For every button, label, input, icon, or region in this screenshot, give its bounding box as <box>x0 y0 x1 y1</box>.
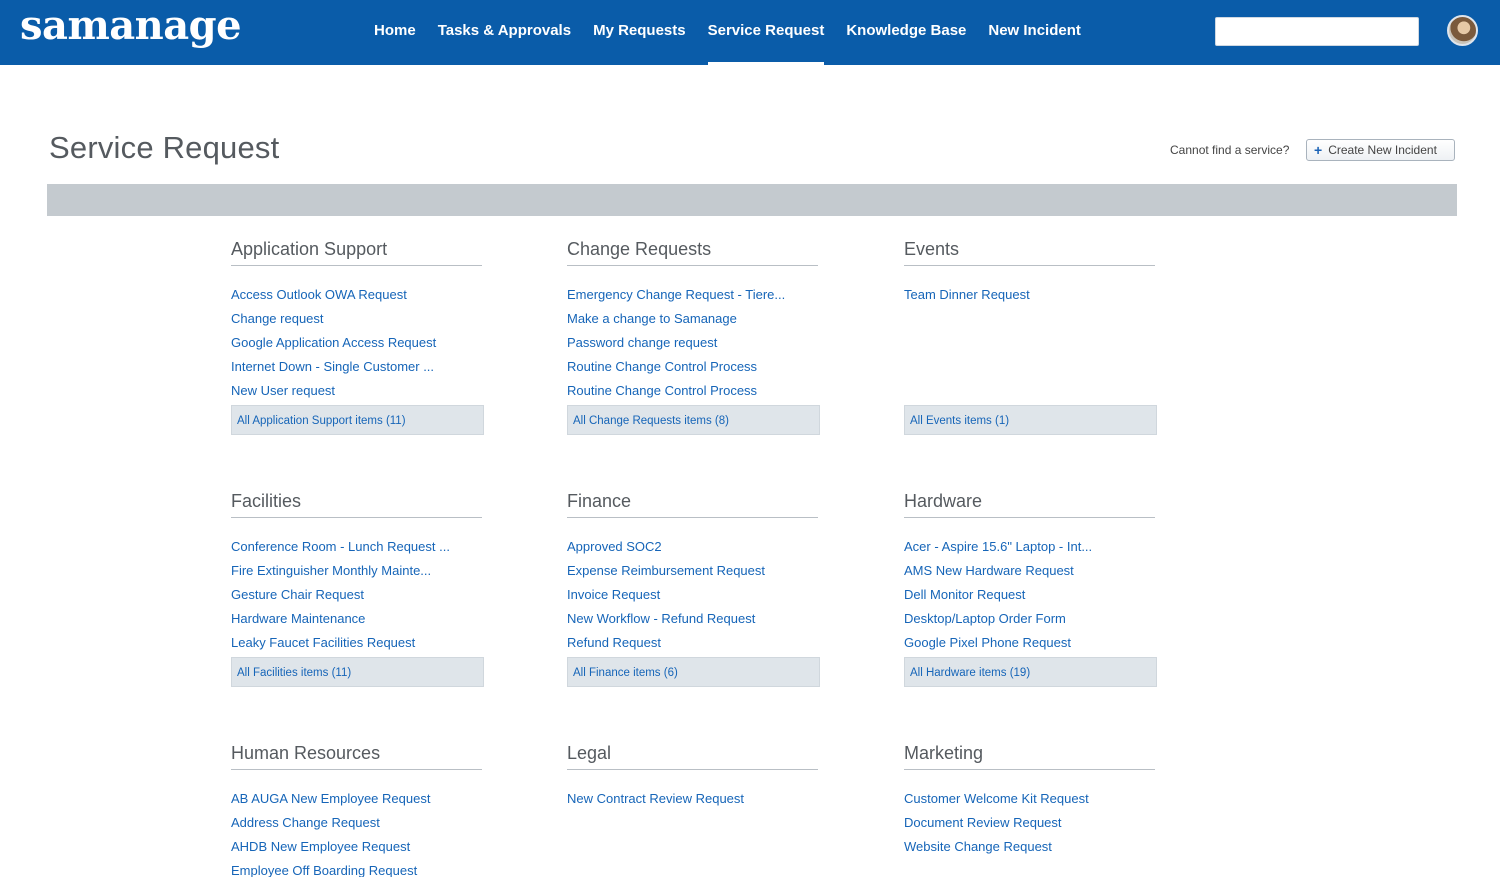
service-item-link[interactable]: Address Change Request <box>231 814 484 838</box>
service-item-link[interactable]: Conference Room - Lunch Request ... <box>231 538 484 562</box>
service-item-link[interactable]: Internet Down - Single Customer ... <box>231 358 484 382</box>
service-item-link[interactable]: Google Application Access Request <box>231 334 484 358</box>
category-title: Application Support <box>231 236 482 266</box>
category-hardware: Hardware Acer - Aspire 15.6" Laptop - Int… <box>904 488 1157 687</box>
main-nav: Home Tasks & Approvals My Requests Servi… <box>363 0 1092 65</box>
service-item-link[interactable]: New User request <box>231 382 484 406</box>
service-item-link[interactable]: Acer - Aspire 15.6" Laptop - Int... <box>904 538 1157 562</box>
service-item-link[interactable]: Routine Change Control Process <box>567 358 820 382</box>
service-item-link[interactable]: Google Pixel Phone Request <box>904 634 1157 658</box>
service-item-link[interactable]: Make a change to Samanage <box>567 310 820 334</box>
category-item-list: Acer - Aspire 15.6" Laptop - Int... AMS N… <box>904 538 1157 657</box>
service-item-link[interactable]: Leaky Faucet Facilities Request <box>231 634 484 658</box>
view-all-items-link[interactable]: All Events items (1) <box>904 405 1157 435</box>
service-item-link[interactable]: Routine Change Control Process <box>567 382 820 406</box>
category-application-support: Application Support Access Outlook OWA Re… <box>231 236 484 435</box>
service-item-link[interactable]: Dell Monitor Request <box>904 586 1157 610</box>
service-item-link[interactable]: Change request <box>231 310 484 334</box>
category-title: Facilities <box>231 488 482 518</box>
service-item-link[interactable]: AB AUGA New Employee Request <box>231 790 484 814</box>
top-nav-bar: samanage Home Tasks & Approvals My Reque… <box>0 0 1500 65</box>
cannot-find-text: Cannot find a service? <box>1170 143 1290 157</box>
service-item-link[interactable]: Refund Request <box>567 634 820 658</box>
category-filter-band <box>47 184 1457 216</box>
service-item-link[interactable]: Desktop/Laptop Order Form <box>904 610 1157 634</box>
nav-service-request[interactable]: Service Request <box>697 0 836 65</box>
category-finance: Finance Approved SOC2 Expense Reimbursemen… <box>567 488 820 687</box>
category-human-resources: Human Resources AB AUGA New Employee Requ… <box>231 740 484 877</box>
service-item-link[interactable]: Approved SOC2 <box>567 538 820 562</box>
service-item-link[interactable]: Employee Off Boarding Request <box>231 862 484 877</box>
service-item-link[interactable]: Customer Welcome Kit Request <box>904 790 1157 814</box>
nav-home[interactable]: Home <box>363 0 427 65</box>
category-item-list: Approved SOC2 Expense Reimbursement Reque… <box>567 538 820 657</box>
samanage-logo[interactable]: samanage <box>20 2 242 50</box>
category-item-list: New Contract Review Request <box>567 790 820 877</box>
create-new-incident-button[interactable]: + Create New Incident <box>1306 139 1455 161</box>
service-item-link[interactable]: Expense Reimbursement Request <box>567 562 820 586</box>
create-new-incident-label: Create New Incident <box>1328 143 1437 157</box>
view-all-items-link[interactable]: All Finance items (6) <box>567 657 820 687</box>
category-item-list: Emergency Change Request - Tiere... Make … <box>567 286 820 405</box>
service-item-link[interactable]: Hardware Maintenance <box>231 610 484 634</box>
service-item-link[interactable]: Gesture Chair Request <box>231 586 484 610</box>
category-facilities: Facilities Conference Room - Lunch Reques… <box>231 488 484 687</box>
category-item-list: Team Dinner Request <box>904 286 1157 405</box>
category-title: Change Requests <box>567 236 818 266</box>
service-item-link[interactable]: New Workflow - Refund Request <box>567 610 820 634</box>
category-title: Events <box>904 236 1155 266</box>
service-item-link[interactable]: Invoice Request <box>567 586 820 610</box>
category-title: Marketing <box>904 740 1155 770</box>
service-item-link[interactable]: Emergency Change Request - Tiere... <box>567 286 820 310</box>
service-item-link[interactable]: AMS New Hardware Request <box>904 562 1157 586</box>
page-title: Service Request <box>49 130 280 165</box>
plus-icon: + <box>1314 142 1323 158</box>
service-item-link[interactable]: New Contract Review Request <box>567 790 820 814</box>
nav-knowledge-base[interactable]: Knowledge Base <box>835 0 977 65</box>
service-item-link[interactable]: Team Dinner Request <box>904 286 1157 310</box>
service-item-link[interactable]: Fire Extinguisher Monthly Mainte... <box>231 562 484 586</box>
view-all-items-link[interactable]: All Application Support items (11) <box>231 405 484 435</box>
nav-my-requests[interactable]: My Requests <box>582 0 697 65</box>
category-item-list: Customer Welcome Kit Request Document Rev… <box>904 790 1157 877</box>
service-item-link[interactable]: Website Change Request <box>904 838 1157 862</box>
service-item-link[interactable]: Access Outlook OWA Request <box>231 286 484 310</box>
category-change-requests: Change Requests Emergency Change Request … <box>567 236 820 435</box>
category-events: Events Team Dinner Request All Events item… <box>904 236 1157 435</box>
category-item-list: AB AUGA New Employee Request Address Chan… <box>231 790 484 877</box>
category-legal: Legal New Contract Review Request <box>567 740 820 877</box>
search-input[interactable] <box>1215 17 1419 46</box>
category-title: Finance <box>567 488 818 518</box>
user-avatar[interactable] <box>1447 15 1478 46</box>
service-item-link[interactable]: AHDB New Employee Request <box>231 838 484 862</box>
category-title: Hardware <box>904 488 1155 518</box>
nav-new-incident[interactable]: New Incident <box>977 0 1092 65</box>
category-marketing: Marketing Customer Welcome Kit Request Doc… <box>904 740 1157 877</box>
category-item-list: Conference Room - Lunch Request ... Fire … <box>231 538 484 657</box>
view-all-items-link[interactable]: All Change Requests items (8) <box>567 405 820 435</box>
service-item-link[interactable]: Document Review Request <box>904 814 1157 838</box>
category-title: Human Resources <box>231 740 482 770</box>
service-item-link[interactable]: Password change request <box>567 334 820 358</box>
category-item-list: Access Outlook OWA Request Change request… <box>231 286 484 405</box>
view-all-items-link[interactable]: All Facilities items (11) <box>231 657 484 687</box>
category-title: Legal <box>567 740 818 770</box>
nav-tasks-approvals[interactable]: Tasks & Approvals <box>427 0 582 65</box>
view-all-items-link[interactable]: All Hardware items (19) <box>904 657 1157 687</box>
